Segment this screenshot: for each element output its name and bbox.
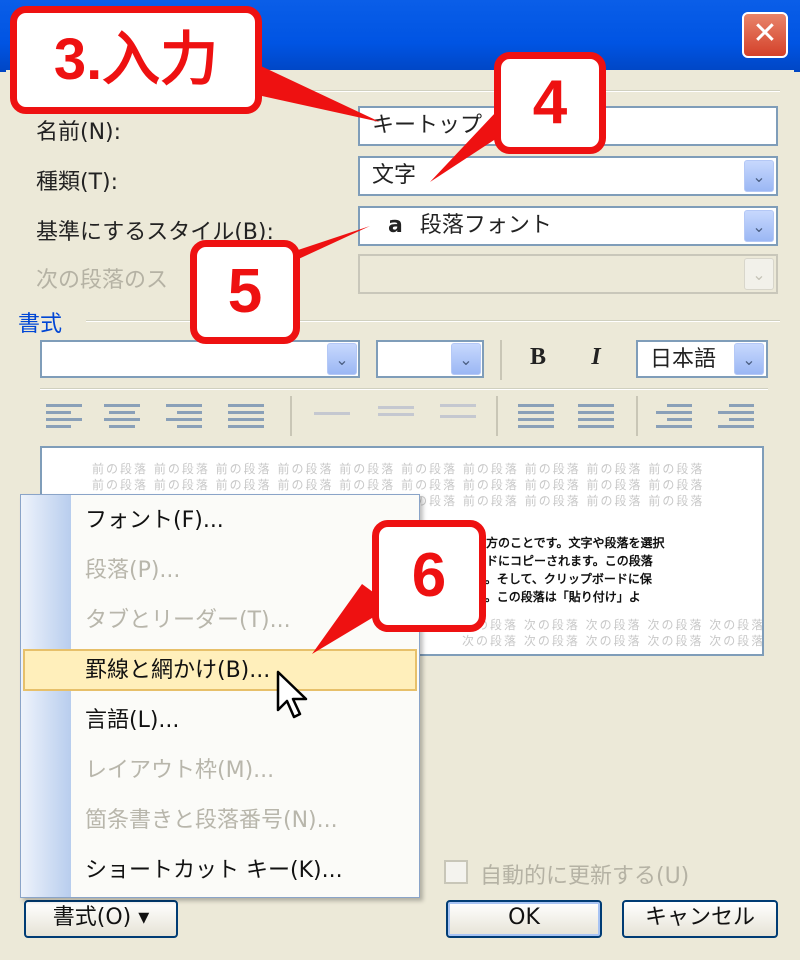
mouse-cursor-icon	[276, 670, 308, 719]
decrease-indent-icon[interactable]	[656, 400, 692, 430]
callout-step-6: 6	[372, 520, 486, 632]
chevron-down-icon: ⌄	[335, 350, 349, 369]
base-style-select[interactable]: a 段落フォント	[358, 206, 778, 246]
chevron-down-icon: ⌄	[752, 167, 766, 186]
increase-indent-icon[interactable]	[718, 400, 754, 430]
type-label: 種類(T):	[36, 170, 119, 195]
font-name-dropdown-button[interactable]: ⌄	[327, 343, 357, 375]
close-icon: ✕	[752, 16, 778, 51]
chevron-down-icon: ⌄	[752, 265, 766, 284]
preview-previous-paragraph: 前の段落 前の段落 前の段落 前の段落 前の段落 前の段落 前の段落 前の段落 …	[92, 462, 705, 476]
toolbar-divider	[40, 388, 768, 390]
character-style-icon: a	[388, 213, 403, 238]
align-left-icon[interactable]	[46, 400, 82, 430]
next-style-label: 次の段落のス	[36, 268, 169, 293]
preview-sample-line: ます。この段落は「貼り付け」よ	[462, 590, 641, 604]
cancel-button[interactable]: キャンセル	[622, 900, 778, 938]
callout-step-5: 5	[190, 240, 300, 344]
ok-button[interactable]: OK	[446, 900, 602, 938]
preview-sample-line: ます。そして、クリップボードに保	[462, 572, 652, 586]
base-style-value: 段落フォント	[419, 213, 552, 238]
chevron-down-icon: ⌄	[752, 217, 766, 236]
menu-item-tabs[interactable]: タブとリーダー(T)...	[85, 601, 291, 641]
callout-step-4: 4	[494, 52, 606, 154]
align-justify-icon[interactable]	[228, 400, 264, 430]
chevron-down-icon: ⌄	[742, 350, 756, 369]
chevron-down-icon: ⌄	[459, 350, 473, 369]
toolbar-separator	[496, 396, 498, 436]
language-value: 日本語	[650, 347, 717, 372]
space-after-icon[interactable]	[578, 400, 614, 430]
menu-item-borders-shading[interactable]: 罫線と網かけ(B)...	[85, 651, 270, 691]
bold-button[interactable]: B	[520, 344, 556, 378]
next-style-dropdown-button[interactable]: ⌄	[744, 258, 774, 290]
auto-update-label: 自動的に更新する(U)	[480, 864, 690, 889]
preview-next-paragraph: 次の段落 次の段落 次の段落 次の段落 次の段落	[462, 634, 764, 648]
name-label: 名前(N):	[36, 120, 122, 145]
auto-update-checkbox[interactable]	[444, 860, 468, 884]
line-spacing-double-icon[interactable]	[440, 400, 476, 430]
space-before-icon[interactable]	[518, 400, 554, 430]
close-button[interactable]: ✕	[742, 12, 788, 58]
type-dropdown-button[interactable]: ⌄	[744, 160, 774, 192]
font-size-dropdown-button[interactable]: ⌄	[451, 343, 481, 375]
format-popup-menu: フォント(F)... 段落(P)... タブとリーダー(T)... 罫線と網かけ…	[20, 494, 420, 898]
format-menu-button[interactable]: 書式(O) ▾	[24, 900, 178, 938]
menu-item-bullets-numbering[interactable]: 箇条書きと段落番号(N)...	[85, 801, 338, 841]
toolbar-separator	[636, 396, 638, 436]
menu-icon-strip	[21, 495, 71, 897]
language-dropdown-button[interactable]: ⌄	[734, 343, 764, 375]
menu-item-font[interactable]: フォント(F)...	[85, 501, 224, 541]
type-select[interactable]: 文字	[358, 156, 778, 196]
toolbar-separator	[290, 396, 292, 436]
font-name-select[interactable]	[40, 340, 360, 378]
next-style-select[interactable]	[358, 254, 778, 294]
line-spacing-single-icon[interactable]	[314, 404, 350, 434]
line-spacing-onehalf-icon[interactable]	[378, 400, 414, 430]
align-right-icon[interactable]	[166, 400, 202, 430]
menu-item-shortcut-key[interactable]: ショートカット キー(K)...	[85, 851, 343, 891]
preview-next-paragraph: 次の段落 次の段落 次の段落 次の段落 次の段落	[462, 618, 764, 632]
preview-sample-line: 使い方のことです。文字や段落を選択	[462, 536, 665, 550]
callout-step-3: 3.入力	[10, 6, 262, 114]
base-style-dropdown-button[interactable]: ⌄	[744, 210, 774, 242]
menu-item-frame[interactable]: レイアウト枠(M)...	[85, 751, 274, 791]
preview-previous-paragraph: 前の段落 前の段落 前の段落 前の段落 前の段落 前の段落 前の段落 前の段落 …	[92, 478, 705, 492]
preview-sample-line: ボードにコピーされます。この段落	[462, 554, 653, 568]
align-center-icon[interactable]	[104, 400, 140, 430]
type-value: 文字	[372, 163, 417, 188]
italic-button[interactable]: I	[578, 344, 614, 378]
menu-item-paragraph[interactable]: 段落(P)...	[85, 551, 180, 591]
format-section-title: 書式	[18, 312, 63, 337]
toolbar-separator	[500, 340, 502, 380]
menu-item-language[interactable]: 言語(L)...	[85, 701, 179, 741]
